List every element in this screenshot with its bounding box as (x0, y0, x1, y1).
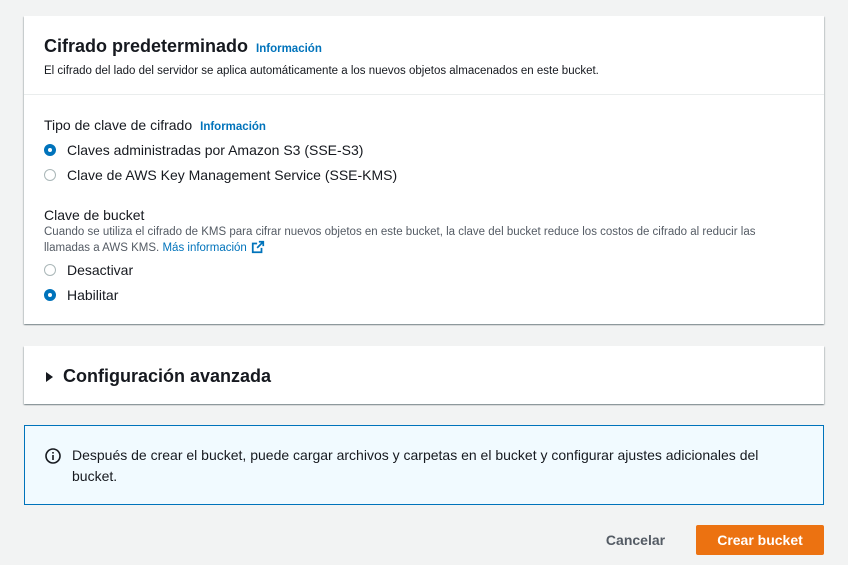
key-type-label-row: Tipo de clave de cifrado Información (44, 117, 266, 133)
panel-title: Cifrado predeterminado (44, 36, 249, 56)
bucket-key-label: Clave de bucket (44, 207, 145, 223)
radio-label: Desactivar (67, 262, 134, 278)
cancel-button[interactable]: Cancelar (593, 525, 678, 555)
radio-selected-icon[interactable] (44, 144, 56, 156)
learn-more-link[interactable]: Más información (162, 242, 246, 254)
key-type-label: Tipo de clave de cifrado (44, 117, 193, 133)
radio-bucket-key-enable[interactable]: Habilitar (44, 287, 118, 303)
radio-sse-kms[interactable]: Clave de AWS Key Management Service (SSE… (44, 167, 397, 183)
bucket-key-description: Cuando se utiliza el cifrado de KMS para… (44, 225, 804, 256)
advanced-settings-title[interactable]: Configuración avanzada (63, 366, 271, 387)
radio-unselected-icon[interactable] (44, 169, 56, 181)
radio-label: Claves administradas por Amazon S3 (SSE-… (67, 142, 364, 158)
default-encryption-panel: Cifrado predeterminado Información El cif… (24, 16, 824, 324)
info-alert: Después de crear el bucket, puede cargar… (24, 425, 824, 505)
advanced-settings-panel[interactable]: Configuración avanzada (24, 346, 824, 404)
caret-right-icon[interactable] (46, 371, 53, 382)
panel-description: El cifrado del lado del servidor se apli… (44, 65, 599, 77)
panel-header: Cifrado predeterminado Información El cif… (24, 16, 824, 95)
radio-label: Clave de AWS Key Management Service (SSE… (67, 167, 398, 183)
radio-bucket-key-disable[interactable]: Desactivar (44, 262, 133, 278)
bucket-key-description-text: Cuando se utiliza el cifrado de KMS para… (44, 226, 756, 254)
radio-unselected-icon[interactable] (44, 264, 56, 276)
info-link[interactable]: Información (256, 43, 322, 55)
key-type-info-link[interactable]: Información (200, 121, 266, 133)
radio-selected-icon[interactable] (44, 289, 56, 301)
create-bucket-button[interactable]: Crear bucket (696, 525, 824, 555)
alert-text: Después de crear el bucket, puede cargar… (72, 447, 759, 484)
advanced-settings-toggle[interactable]: Configuración avanzada (46, 366, 271, 387)
radio-label: Habilitar (67, 287, 119, 303)
external-link-icon[interactable] (251, 240, 265, 254)
info-icon (45, 448, 61, 464)
radio-sse-s3[interactable]: Claves administradas por Amazon S3 (SSE-… (44, 142, 363, 158)
